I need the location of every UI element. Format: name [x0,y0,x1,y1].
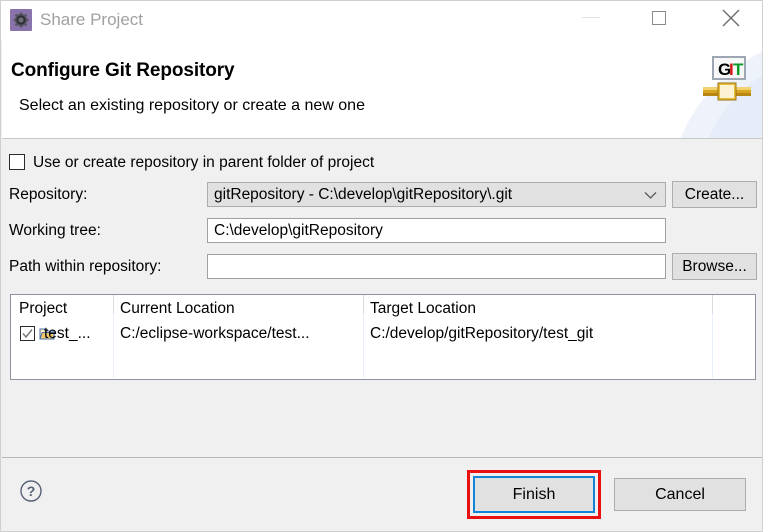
maximize-button[interactable] [637,1,683,33]
chevron-down-icon [644,192,657,199]
git-logo-letter-t: T [733,60,744,79]
repository-combobox-value: gitRepository - C:\develop\gitRepository… [214,186,513,203]
row-project-name: test_... [44,325,91,342]
table-header-target-location[interactable]: Target Location [370,299,476,319]
row-target-location: C:/develop/gitRepository/test_git [370,325,594,342]
create-button[interactable]: Create... [672,181,757,208]
projects-table[interactable]: Project Current Location Target Location… [10,294,756,380]
maximize-icon [652,11,666,25]
column-divider-2 [363,295,364,378]
window-title: Share Project [40,10,143,29]
minimize-button[interactable] [569,1,615,33]
git-logo-icon: G I T [699,54,755,104]
working-tree-label: Working tree: [9,222,101,239]
finish-button[interactable]: Finish [473,476,595,513]
path-within-repository-label: Path within repository: [9,258,162,275]
table-header-project[interactable]: Project [19,299,67,319]
parent-folder-checkbox[interactable] [9,154,25,170]
repository-label: Repository: [9,186,88,203]
row-current-location: C:/eclipse-workspace/test... [120,325,310,342]
question-mark-icon: ? [20,480,42,502]
path-within-repository-input[interactable] [207,254,666,279]
parent-folder-checkbox-label: Use or create repository in parent folde… [33,154,375,171]
repository-combobox[interactable]: gitRepository - C:\develop\gitRepository… [207,182,666,207]
working-tree-input[interactable]: C:\develop\gitRepository [207,218,666,243]
close-icon [722,9,740,27]
minimize-icon [582,17,600,18]
table-header-current-location[interactable]: Current Location [120,299,235,319]
working-tree-value: C:\develop\gitRepository [214,222,383,239]
row-checkbox[interactable] [20,326,35,341]
checkmark-icon [22,329,33,339]
page-subtitle: Select an existing repository or create … [19,97,365,114]
title-bar: Share Project [1,1,762,41]
dialog-body: Use or create repository in parent folde… [2,139,762,457]
help-button[interactable]: ? [19,479,43,503]
svg-text:?: ? [27,483,36,499]
footer-divider [2,457,762,458]
column-divider-3 [712,295,713,378]
browse-button[interactable]: Browse... [672,253,757,280]
share-project-gear-icon [10,9,32,31]
column-divider-1 [113,295,114,378]
share-project-dialog: Share Project Configure Git Repository S… [0,0,763,532]
gear-icon [13,12,29,28]
close-button[interactable] [708,1,754,33]
cancel-button[interactable]: Cancel [614,478,746,511]
page-title: Configure Git Repository [11,60,235,81]
dialog-header: Configure Git Repository Select an exist… [2,41,762,138]
